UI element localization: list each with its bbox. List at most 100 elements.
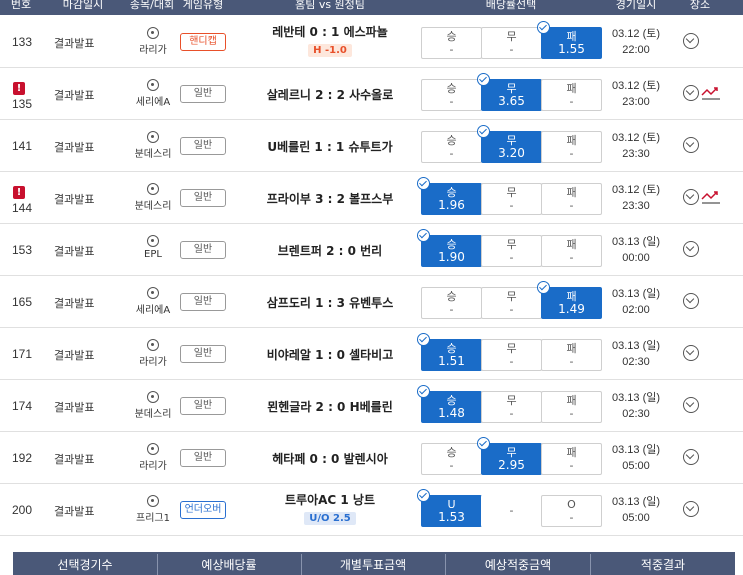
odds-draw-button[interactable]: 무- <box>481 339 542 371</box>
location-dropdown-icon[interactable] <box>683 85 699 101</box>
odds-label: 무 <box>506 238 517 251</box>
odds-label: 패 <box>566 82 577 95</box>
location-dropdown-icon[interactable] <box>683 293 699 309</box>
match-teams: 프라이부 3 : 2 볼프스부 <box>230 190 430 207</box>
odds-win-button[interactable]: 승 1.90 <box>417 229 482 267</box>
league-name: 프리그1 <box>136 513 170 524</box>
match-teams: U베를린 1 : 1 슈투트가 <box>230 138 430 155</box>
match-score: 트루아AC 1 낭트 <box>285 493 375 507</box>
odds-draw-button[interactable]: 무 2.95 <box>477 437 542 475</box>
location-dropdown-icon[interactable] <box>683 501 699 517</box>
match-score: 헤타페 0 : 0 발렌시아 <box>272 452 388 466</box>
match-score: 묀헨글라 2 : 0 H베를린 <box>267 400 393 414</box>
odds-value: - <box>509 303 514 316</box>
odds-win-button[interactable]: U 1.53 <box>417 489 482 527</box>
odds-value: - <box>569 199 574 212</box>
match-date: 03.13 (일) <box>611 444 661 456</box>
odds-draw-button[interactable]: 무- <box>481 287 542 319</box>
odds-lose-button[interactable]: 패 1.55 <box>537 21 602 59</box>
odds-draw-button[interactable]: - <box>481 495 542 527</box>
odds-label: 패 <box>566 342 577 355</box>
match-teams: 삼프도리 1 : 3 유벤투스 <box>230 294 430 311</box>
odds-win-button[interactable]: 승- <box>421 27 482 59</box>
location-dropdown-icon[interactable] <box>683 241 699 257</box>
odds-win-button[interactable]: 승 1.96 <box>417 177 482 215</box>
odds-value: - <box>449 147 454 160</box>
odds-draw-button[interactable]: 무- <box>481 183 542 215</box>
soccer-ball-icon <box>147 391 159 403</box>
check-icon <box>417 333 430 346</box>
odds-win-button[interactable]: 승 1.48 <box>417 385 482 423</box>
odds-draw-button[interactable]: 무 3.65 <box>477 73 542 111</box>
league: 라리가 <box>138 27 168 56</box>
game-type-badge: 일반 <box>180 345 226 363</box>
odds-lose-button[interactable]: 패- <box>541 183 602 215</box>
odds-trend-icon[interactable] <box>701 85 721 101</box>
match-time: 00:00 <box>622 252 650 264</box>
match-number: 141 <box>12 139 33 153</box>
game-type-badge: 일반 <box>180 241 226 259</box>
odds-win-button[interactable]: 승- <box>421 131 482 163</box>
odds-lose-button[interactable]: 패- <box>541 391 602 423</box>
odds-lose-button[interactable]: O- <box>541 495 602 527</box>
location-dropdown-icon[interactable] <box>683 449 699 465</box>
deadline-status: 결과발표 <box>54 505 95 518</box>
odds-value: - <box>509 43 514 56</box>
match-number: 135 <box>12 97 33 111</box>
table-row: ! 135 결과발표 세리에A 일반 살레르니 2 : 2 사수올로 승 - 무 3.65 패 -03… <box>0 68 743 120</box>
match-datetime: 03.12 (토) 22:00 <box>606 26 666 58</box>
game-type-badge: 일반 <box>180 85 226 103</box>
check-icon <box>477 73 490 86</box>
soccer-ball-icon <box>147 235 159 247</box>
league: 라리가 <box>138 339 168 368</box>
odds-draw-button[interactable]: 무- <box>481 27 542 59</box>
odds-label: 무 <box>506 290 517 303</box>
odds-draw-button[interactable]: 무- <box>481 391 542 423</box>
table-row: ! 144 결과발표 분데스리 일반 프라이부 3 : 2 볼프스부 승 1.96 무 - 패 -03… <box>0 172 743 224</box>
odds-lose-button[interactable]: 패- <box>541 131 602 163</box>
odds-win-button[interactable]: 승- <box>421 287 482 319</box>
match-date: 03.13 (일) <box>611 340 661 352</box>
match-date: 03.12 (토) <box>611 80 661 92</box>
match-teams: 살레르니 2 : 2 사수올로 <box>230 86 430 103</box>
odds-draw-button[interactable]: 무 3.20 <box>477 125 542 163</box>
check-icon <box>417 177 430 190</box>
check-icon <box>417 489 430 502</box>
location-dropdown-icon[interactable] <box>683 189 699 205</box>
odds-label: 승 <box>446 30 457 43</box>
match-number: 153 <box>12 243 33 257</box>
col-deadline: 마감일시 <box>62 0 104 11</box>
location-dropdown-icon[interactable] <box>683 345 699 361</box>
odds-draw-button[interactable]: 무- <box>481 235 542 267</box>
match-datetime: 03.13 (일) 05:00 <box>606 494 666 526</box>
match-datetime: 03.12 (토) 23:30 <box>606 182 666 214</box>
odds-win-button[interactable]: 승- <box>421 443 482 475</box>
table-row: 171 결과발표 라리가 일반 비야레알 1 : 0 셀타비고 승 1.51 무 - 패 -03.1… <box>0 328 743 380</box>
odds-win-button[interactable]: 승 1.51 <box>417 333 482 371</box>
location-dropdown-icon[interactable] <box>683 397 699 413</box>
odds-label: 무 <box>506 30 517 43</box>
odds-lose-button[interactable]: 패- <box>541 79 602 111</box>
league: 세리에A <box>136 79 170 108</box>
league: 분데스리 <box>135 391 171 420</box>
odds-label: O <box>567 498 576 511</box>
odds-trend-icon[interactable] <box>701 189 721 205</box>
odds-lose-button[interactable]: 패- <box>541 443 602 475</box>
col-league: 종목/대회 <box>129 0 175 11</box>
odds-lose-button[interactable]: 패 1.49 <box>537 281 602 319</box>
game-type-badge: 일반 <box>180 397 226 415</box>
odds-value: - <box>449 459 454 472</box>
match-score: 살레르니 2 : 2 사수올로 <box>266 88 394 102</box>
location-dropdown-icon[interactable] <box>683 137 699 153</box>
match-date: 03.13 (일) <box>611 288 661 300</box>
odds-value: - <box>509 407 514 420</box>
match-score: 프라이부 3 : 2 볼프스부 <box>266 192 394 206</box>
odds-lose-button[interactable]: 패- <box>541 339 602 371</box>
odds-value: 3.65 <box>498 94 525 108</box>
odds-value: 3.20 <box>498 146 525 160</box>
odds-win-button[interactable]: 승- <box>421 79 482 111</box>
soccer-ball-icon <box>147 495 159 507</box>
location-dropdown-icon[interactable] <box>683 33 699 49</box>
table-row: 133 결과발표 라리가 핸디캡 레반테 0 : 1 에스파뇰 H -1.0 승 - 무 - 패 1.… <box>0 16 743 68</box>
odds-lose-button[interactable]: 패- <box>541 235 602 267</box>
